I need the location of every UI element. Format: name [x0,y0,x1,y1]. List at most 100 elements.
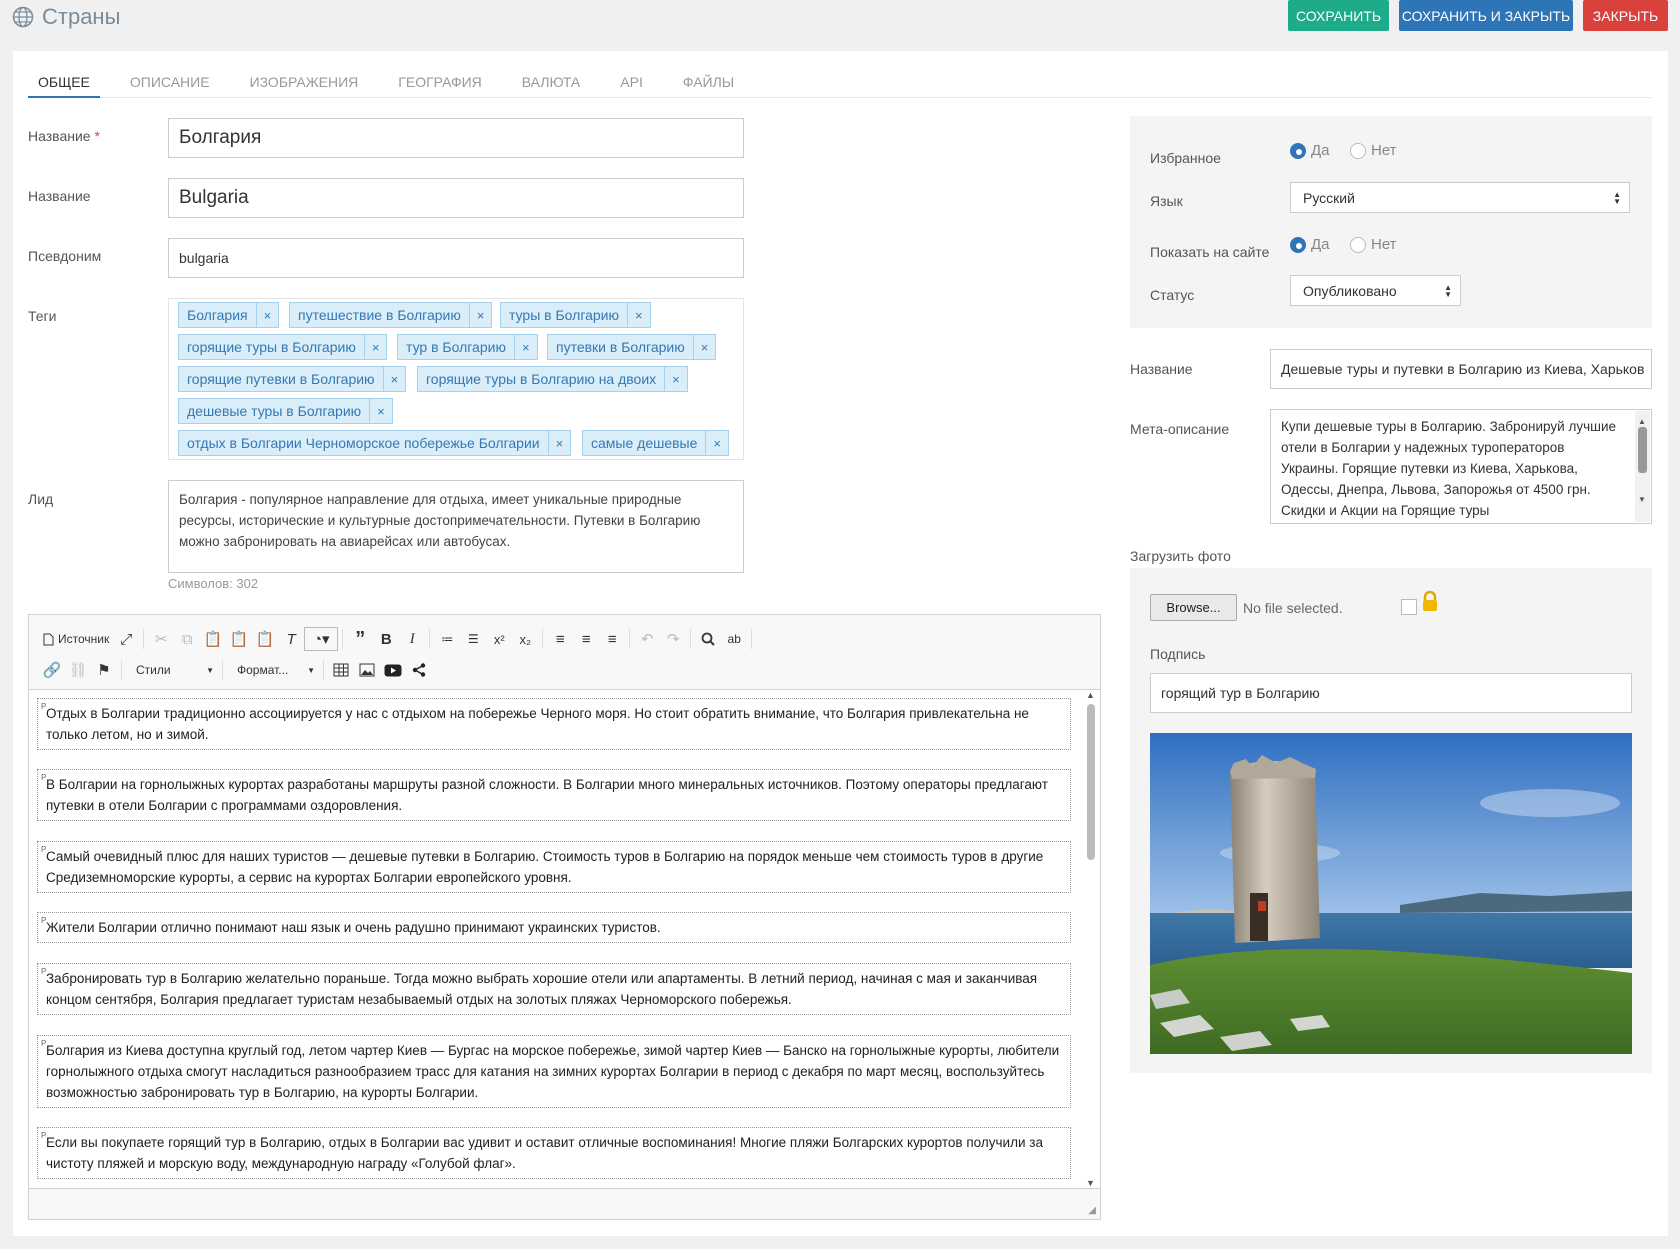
scrollbar-thumb[interactable] [1087,704,1095,860]
checkbox[interactable] [1401,599,1417,615]
copy-icon[interactable]: ⧉ [174,627,200,651]
editor-paragraph[interactable]: P Жители Болгарии отлично понимают наш яз… [37,912,1071,943]
scrollbar-thumb[interactable] [1638,427,1647,473]
tag-remove-icon[interactable]: × [255,303,279,327]
toolbar-separator [323,660,324,680]
tab-api[interactable]: API [610,70,653,98]
tab-general[interactable]: Общее [28,70,100,98]
seo-title-field[interactable]: Дешевые туры и путевки в Болгарию из Кие… [1270,349,1652,389]
bulleted-list-icon[interactable]: ☰ [460,627,486,651]
share-icon[interactable] [406,658,432,682]
language-select[interactable]: Русский ▲ ▼ [1290,182,1630,213]
unlink-icon[interactable]: ⛓ [65,658,91,682]
meta-description-text: Купи дешевые туры в Болгарию. Забронируй… [1281,419,1616,518]
editor-paragraph[interactable]: PВ Болгарии на горнолыжных курортах разр… [37,769,1071,821]
browse-button[interactable]: Browse... [1150,594,1237,621]
cut-icon[interactable]: ✂ [148,627,174,651]
status-select[interactable]: Опубликовано ▲ ▼ [1290,275,1461,306]
remove-format-icon[interactable]: T [278,627,304,651]
tags-label: Теги [28,308,57,324]
featured-yes-radio[interactable]: Да [1290,142,1330,159]
lock-icon [1423,590,1437,611]
bold-icon[interactable]: B [373,627,399,651]
tag-remove-icon[interactable]: × [705,431,728,455]
lead-textarea[interactable]: Болгария - популярное направление для от… [168,480,744,573]
maximize-icon[interactable]: ⤢ [113,627,139,651]
chevron-down-icon: ▼ [206,665,214,675]
alias-field[interactable]: bulgaria [168,238,744,278]
editor-paragraph[interactable]: P Забронировать тур в Болгарию желательно… [37,963,1071,1015]
editor-paragraph[interactable]: P Болгария из Киева доступна круглый год,… [37,1035,1071,1108]
paste-icon[interactable]: 📋 [200,627,226,651]
name-label: Название * [28,128,100,144]
editor-paragraph[interactable]: P Отдых в Болгарии традиционно ассоциируе… [37,698,1071,750]
tags-input[interactable]: Болгария × путешествие в Болгарию × туры в… [168,298,744,460]
scroll-down-icon[interactable]: ▼ [1086,1178,1095,1188]
editor-paragraph[interactable]: P Самый очевидный плюс для наших туристов… [37,841,1071,893]
styles-dropdown[interactable]: Стили ▼ [126,659,218,681]
tag-remove-icon[interactable]: × [547,431,571,455]
anchor-flag-icon[interactable]: ⚑ [91,658,117,682]
paste-word-icon[interactable]: 📋 [252,627,278,651]
save-and-close-button[interactable]: Сохранить и закрыть [1399,0,1573,31]
tag-chip: тур в Болгарию × [397,334,538,360]
meta-scrollbar[interactable]: ▲ ▼ [1635,411,1650,522]
tab-description[interactable]: Описание [120,70,220,98]
link-icon[interactable]: 🔗 [39,658,65,682]
image-icon[interactable] [354,658,380,682]
tag-remove-icon[interactable]: × [369,399,392,423]
radio-off-icon [1350,236,1366,253]
toolbar-separator [222,660,223,680]
tag-remove-icon[interactable]: × [468,303,492,327]
editor-paragraph[interactable]: P Если вы покупаете горящий тур в Болгари… [37,1127,1071,1179]
tag-text: горящие туры в Болгарию на двоих [426,371,657,387]
align-left-icon[interactable]: ≡ [547,627,573,651]
editor-content[interactable]: P Отдых в Болгарии традиционно ассоциируе… [29,689,1100,1189]
toolbar-separator [751,629,753,649]
align-center-icon[interactable]: ≡ [573,627,599,651]
caption-field[interactable]: горящий тур в Болгарию [1150,673,1632,713]
name-field[interactable]: Болгария [168,118,744,158]
redo-icon[interactable]: ↷ [660,627,686,651]
tag-remove-icon[interactable]: × [627,303,650,327]
show-no-radio[interactable]: Нет [1350,236,1397,253]
table-icon[interactable] [328,658,354,682]
paragraph-marker: P [41,773,47,782]
save-button[interactable]: Сохранить [1288,0,1389,31]
name-en-field[interactable]: Bulgaria [168,178,744,218]
tag-remove-icon[interactable]: × [363,335,387,359]
rich-text-editor: Источник ⤢ ✂ ⧉ 📋 📋 📋 T ◔▾ ” B I ≔ ☰ x² x… [28,614,1101,1220]
tab-geography[interactable]: География [388,70,491,98]
meta-description-textarea[interactable]: Купи дешевые туры в Болгарию. Забронируй… [1270,409,1652,524]
tag-remove-icon[interactable]: × [692,335,716,359]
replace-icon[interactable]: ab [721,627,747,651]
tag-remove-icon[interactable]: × [513,335,537,359]
search-icon[interactable] [695,627,721,651]
italic-icon[interactable]: I [399,627,425,651]
tag-remove-icon[interactable]: × [382,367,406,391]
copy-format-icon[interactable]: ◔▾ [304,627,339,651]
paste-text-icon[interactable]: 📋 [226,627,252,651]
resize-handle-icon[interactable]: ◢ [1088,1205,1096,1216]
format-dropdown[interactable]: Формат... ▼ [227,659,319,681]
subscript-icon[interactable]: x₂ [512,627,538,651]
youtube-icon[interactable] [380,658,406,682]
toolbar-separator [690,629,692,649]
blockquote-icon[interactable]: ” [347,627,373,651]
align-right-icon[interactable]: ≡ [599,627,625,651]
show-yes-radio[interactable]: Да [1290,236,1330,253]
editor-scrollbar[interactable]: ▲ ▼ [1084,690,1098,1188]
numbered-list-icon[interactable]: ≔ [434,627,460,651]
tab-images[interactable]: Изображения [240,70,369,98]
source-button[interactable]: Источник [39,632,113,646]
tab-currency[interactable]: Валюта [512,70,591,98]
undo-icon[interactable]: ↶ [634,627,660,651]
tab-files[interactable]: Файлы [673,70,744,98]
scroll-up-icon[interactable]: ▲ [1086,690,1095,700]
tag-remove-icon[interactable]: × [664,367,687,391]
superscript-icon[interactable]: x² [486,627,512,651]
close-button[interactable]: Закрыть [1583,0,1668,31]
scroll-down-icon[interactable]: ▼ [1638,489,1646,510]
globe-icon [12,6,34,28]
featured-no-radio[interactable]: Нет [1350,142,1397,159]
